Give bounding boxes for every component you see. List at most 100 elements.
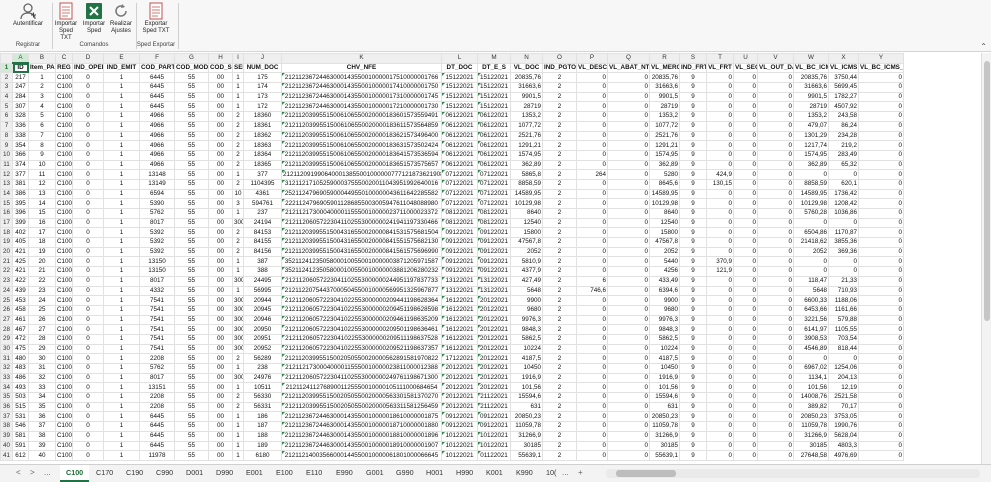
- data-cell[interactable]: 0: [576, 363, 608, 374]
- data-cell[interactable]: 362,89: [649, 159, 680, 171]
- data-cell[interactable]: 1077,72: [649, 120, 680, 132]
- data-cell[interactable]: 11: [28, 169, 56, 180]
- column-title-cell[interactable]: VL_BC_ICMS: [793, 62, 829, 74]
- data-cell[interactable]: 9: [679, 198, 707, 209]
- data-cell[interactable]: 0: [607, 266, 650, 277]
- data-cell[interactable]: 0: [757, 401, 794, 413]
- data-cell[interactable]: 7541: [139, 295, 175, 306]
- data-cell[interactable]: 9976,3: [649, 314, 680, 326]
- data-cell[interactable]: 0: [733, 304, 758, 316]
- data-cell[interactable]: 1: [232, 363, 244, 374]
- data-cell[interactable]: 17: [28, 227, 56, 239]
- data-cell[interactable]: 20122021: [477, 295, 511, 306]
- data-cell[interactable]: 0: [858, 266, 904, 277]
- data-cell[interactable]: 467: [12, 324, 29, 335]
- data-cell[interactable]: 0: [72, 169, 104, 180]
- data-cell[interactable]: 15122021: [477, 82, 511, 93]
- data-cell[interactable]: 20: [28, 256, 56, 268]
- data-cell[interactable]: 5810,9: [510, 256, 543, 268]
- column-title-cell[interactable]: VL_ICMS: [828, 62, 859, 74]
- data-cell[interactable]: 1161,66: [828, 304, 859, 316]
- data-cell[interactable]: 07122021: [477, 188, 511, 200]
- data-cell[interactable]: C100: [55, 159, 73, 171]
- data-cell[interactable]: 9: [679, 246, 707, 258]
- data-cell[interactable]: 4256: [649, 266, 680, 277]
- data-cell[interactable]: 0: [607, 324, 650, 335]
- data-cell[interactable]: 20122021: [441, 372, 478, 384]
- data-cell[interactable]: 2: [542, 140, 577, 151]
- data-cell[interactable]: C100: [55, 382, 73, 394]
- sheet-tab-k990[interactable]: K990: [510, 465, 539, 482]
- data-cell[interactable]: 0: [733, 72, 758, 84]
- data-cell[interactable]: 07122021: [441, 178, 478, 190]
- data-cell[interactable]: 15122021: [441, 91, 478, 103]
- data-cell[interactable]: 18364: [243, 149, 282, 161]
- data-cell[interactable]: 00: [208, 401, 233, 413]
- data-cell[interactable]: 1188,06: [828, 295, 859, 306]
- data-cell[interactable]: 204,13: [828, 372, 859, 384]
- data-cell[interactable]: 2121120399551500610655002000018361157356…: [281, 120, 442, 132]
- data-cell[interactable]: 5762: [139, 208, 175, 219]
- data-cell[interactable]: 00: [208, 217, 233, 229]
- data-cell[interactable]: 1: [103, 169, 140, 180]
- data-cell[interactable]: 0: [607, 285, 650, 297]
- data-cell[interactable]: 10122021: [441, 450, 478, 461]
- data-cell[interactable]: 0: [72, 266, 104, 277]
- data-cell[interactable]: 4966: [139, 149, 175, 161]
- data-cell[interactable]: 2121123672446300014355001000001861000000…: [281, 411, 442, 423]
- data-cell[interactable]: 0: [733, 140, 758, 151]
- data-cell[interactable]: C100: [55, 188, 73, 200]
- data-cell[interactable]: 5280: [649, 169, 680, 180]
- data-cell[interactable]: 55: [174, 392, 209, 403]
- data-cell[interactable]: 55639,1: [649, 450, 680, 461]
- data-cell[interactable]: 07122021: [441, 198, 478, 209]
- data-cell[interactable]: 13151: [139, 382, 175, 394]
- data-cell[interactable]: 2121123672446300014355001000001741000000…: [281, 82, 442, 93]
- data-cell[interactable]: 00: [208, 411, 233, 423]
- data-cell[interactable]: 399: [12, 217, 29, 229]
- data-cell[interactable]: C100: [55, 178, 73, 190]
- data-cell[interactable]: 1: [103, 130, 140, 142]
- data-cell[interactable]: 2: [542, 295, 577, 306]
- data-cell[interactable]: 6445: [139, 440, 175, 452]
- data-cell[interactable]: 620,1: [828, 178, 859, 190]
- data-cell[interactable]: 2121121730004000011555001000002381100001…: [281, 363, 442, 374]
- data-cell[interactable]: 3221,56: [793, 314, 829, 326]
- data-cell[interactable]: 0: [733, 266, 758, 277]
- export-sped-txt-button[interactable]: Exportar Sped TXT: [138, 2, 174, 40]
- data-cell[interactable]: 2121120605722304110255300000024495119783…: [281, 275, 442, 287]
- data-cell[interactable]: 14589,95: [510, 188, 543, 200]
- data-cell[interactable]: 8017: [139, 372, 175, 384]
- data-cell[interactable]: 174: [243, 82, 282, 93]
- data-cell[interactable]: 2: [232, 149, 244, 161]
- data-cell[interactable]: 09122021: [441, 227, 478, 239]
- data-cell[interactable]: 0: [858, 246, 904, 258]
- data-cell[interactable]: 0: [576, 72, 608, 84]
- data-cell[interactable]: 395: [12, 198, 29, 209]
- data-cell[interactable]: 07122021: [441, 169, 478, 180]
- data-cell[interactable]: 1: [103, 411, 140, 423]
- data-cell[interactable]: 14589,95: [793, 188, 829, 200]
- add-sheet-button[interactable]: +: [578, 468, 583, 477]
- data-cell[interactable]: 00: [208, 421, 233, 432]
- data-cell[interactable]: 2: [542, 324, 577, 335]
- data-cell[interactable]: 0: [858, 159, 904, 171]
- data-cell[interactable]: 0: [733, 246, 758, 258]
- data-cell[interactable]: 9: [679, 120, 707, 132]
- data-cell[interactable]: 4507,92: [828, 101, 859, 113]
- row-number[interactable]: 32: [0, 363, 13, 374]
- data-cell[interactable]: 9680: [649, 304, 680, 316]
- data-cell[interactable]: 06122021: [477, 140, 511, 151]
- data-cell[interactable]: 0: [757, 237, 794, 248]
- column-header-x[interactable]: X: [828, 53, 859, 64]
- vertical-scroll-thumb[interactable]: [984, 61, 990, 321]
- data-cell[interactable]: 1: [103, 421, 140, 432]
- data-cell[interactable]: 0: [72, 178, 104, 190]
- data-cell[interactable]: 421: [12, 266, 29, 277]
- data-cell[interactable]: 09122021: [477, 421, 511, 432]
- data-cell[interactable]: 56995: [243, 285, 282, 297]
- data-cell[interactable]: 2121120605722304102255300000020944119862…: [281, 295, 442, 306]
- data-cell[interactable]: 6445: [139, 72, 175, 84]
- data-cell[interactable]: 2: [542, 275, 577, 287]
- data-cell[interactable]: 0: [576, 324, 608, 335]
